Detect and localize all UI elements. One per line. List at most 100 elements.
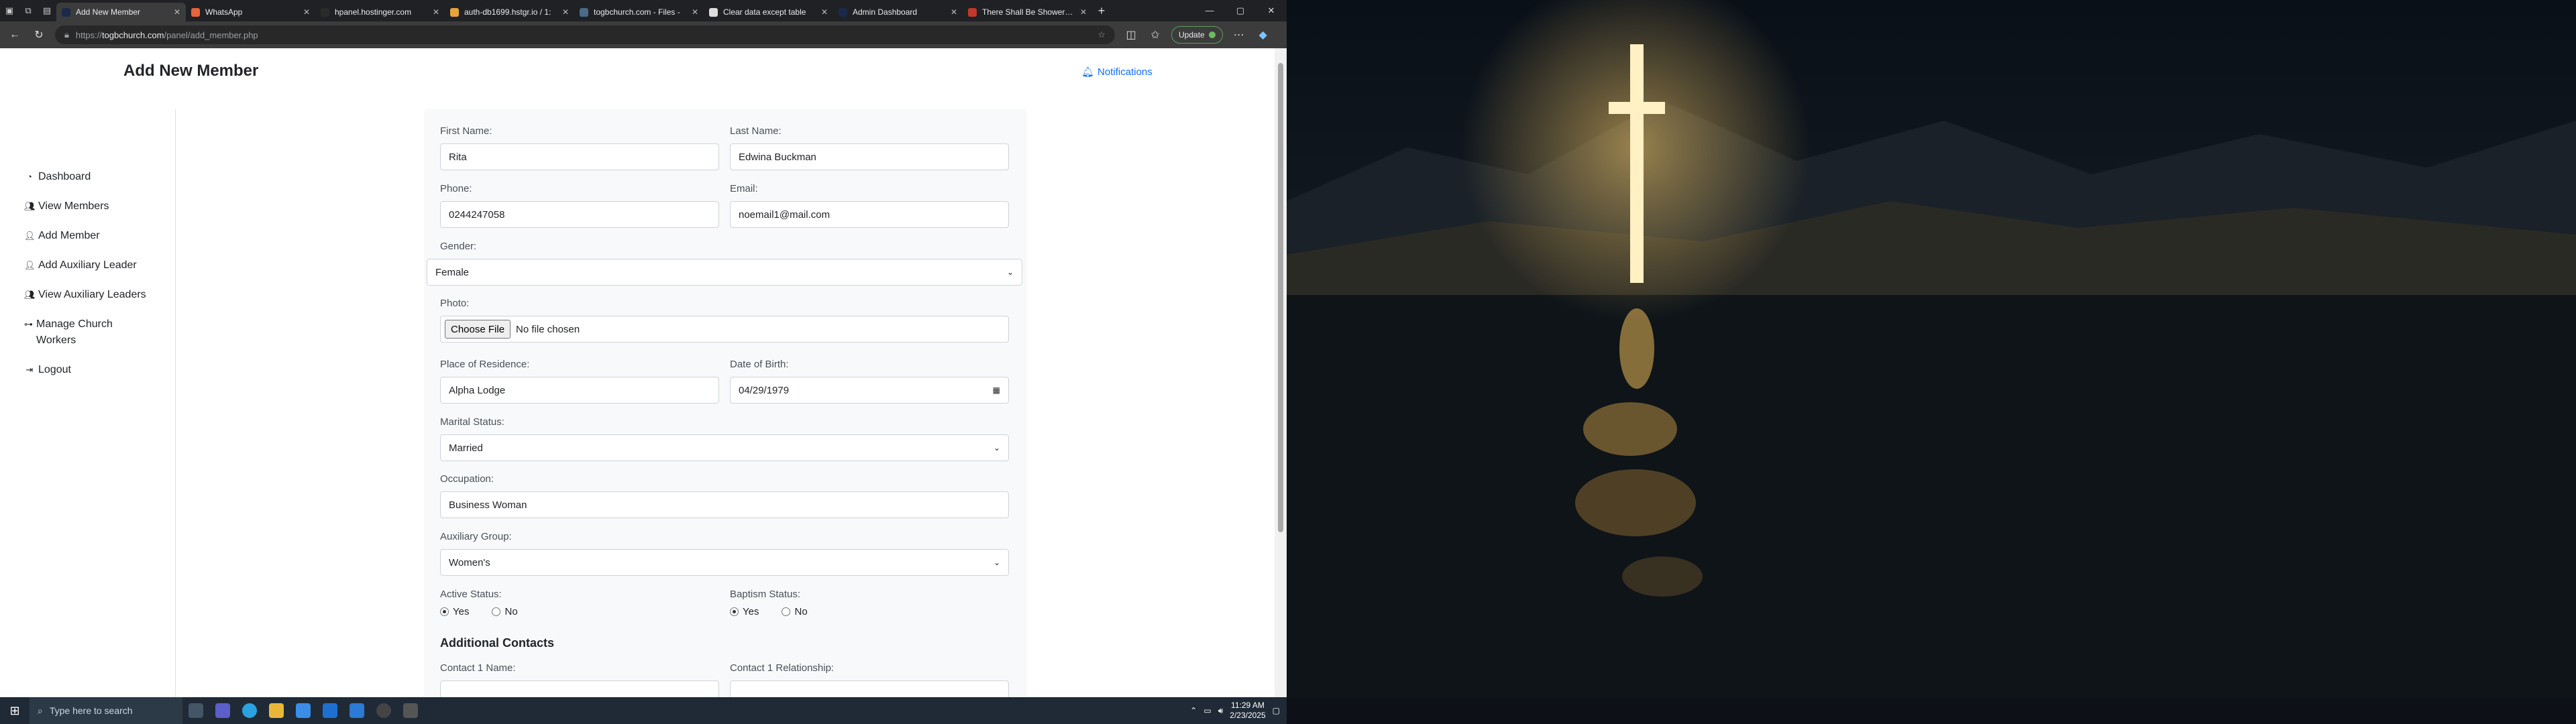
- back-button[interactable]: ←: [7, 29, 23, 41]
- browser-tab[interactable]: WhatsApp ✕: [186, 3, 315, 21]
- browser-tab[interactable]: There Shall Be Showers o ✕: [963, 3, 1092, 21]
- notification-center-icon[interactable]: ▢: [1273, 706, 1280, 715]
- sidebar-item-dashboard[interactable]: ◔ Dashboard: [24, 169, 158, 185]
- phone-label: Phone:: [440, 183, 472, 194]
- copilot-icon[interactable]: ◆: [1255, 28, 1271, 42]
- sidebar-item-view-auxiliary-leaders[interactable]: 👥︎ View Auxiliary Leaders: [24, 287, 158, 303]
- file-explorer-icon[interactable]: [263, 697, 290, 724]
- active-no-radio[interactable]: [492, 607, 501, 616]
- browser-window: ▣ ⧉ ▤ Add New Member ✕ WhatsApp ✕ hpanel.hos…: [0, 0, 1287, 697]
- windows-start-icon[interactable]: ⊞: [0, 704, 30, 718]
- profile-icon[interactable]: ▣: [0, 1, 19, 20]
- residence-input[interactable]: Alpha Lodge: [440, 377, 719, 404]
- favorites-icon[interactable]: ✩: [1147, 28, 1163, 42]
- tab-title: togbchurch.com - Files -: [594, 7, 680, 17]
- last-name-input[interactable]: Edwina Buckman: [730, 143, 1009, 170]
- close-tab-icon[interactable]: ✕: [692, 7, 698, 17]
- email-input[interactable]: noemail1@mail.com: [730, 201, 1009, 228]
- first-name-input[interactable]: Rita: [440, 143, 719, 170]
- active-yes-radio[interactable]: [440, 607, 449, 616]
- address-bar[interactable]: 🔒︎ https://togbchurch.com/panel/add_memb…: [55, 25, 1115, 44]
- sidebar-item-view-members[interactable]: 👥︎ View Members: [24, 198, 158, 215]
- active-status-label: Active Status:: [440, 589, 502, 600]
- occupation-input[interactable]: Business Woman: [440, 491, 1009, 518]
- sidebar-item-add-member[interactable]: 👤︎ Add Member: [24, 228, 158, 244]
- tab-favicon-icon: [62, 7, 70, 17]
- marital-select[interactable]: Married ⌄: [440, 434, 1009, 461]
- baptism-no-radio[interactable]: [782, 607, 791, 616]
- sidebar-item-manage-church-workers[interactable]: ⊶ Manage Church Workers: [24, 316, 131, 349]
- minimize-icon[interactable]: —: [1194, 5, 1225, 16]
- store-icon[interactable]: [290, 697, 317, 724]
- new-tab-button[interactable]: +: [1092, 4, 1111, 18]
- chevron-down-icon: ⌄: [993, 443, 1000, 452]
- browser-tab[interactable]: Clear data except table ✕: [704, 3, 833, 21]
- close-tab-icon[interactable]: ✕: [951, 7, 957, 17]
- page-scrollbar[interactable]: [1275, 48, 1287, 697]
- users-icon: 👥︎: [24, 201, 36, 211]
- gender-label: Gender:: [440, 241, 477, 252]
- phone-input[interactable]: 0244247058: [440, 201, 719, 228]
- dob-input[interactable]: 04/29/1979 ▦: [730, 377, 1009, 404]
- tab-title: There Shall Be Showers o: [982, 7, 1075, 17]
- tab-strip: ▣ ⧉ ▤ Add New Member ✕ WhatsApp ✕ hpanel.hos…: [0, 0, 1287, 21]
- outlook-icon[interactable]: [317, 697, 343, 724]
- sidebar-item-add-auxiliary-leader[interactable]: 👤︎ Add Auxiliary Leader: [24, 257, 158, 274]
- network-icon[interactable]: ▭: [1203, 706, 1211, 715]
- chevron-up-icon[interactable]: ⌃: [1190, 706, 1197, 715]
- contact1-name-input[interactable]: [440, 680, 719, 697]
- notifications-link[interactable]: 🔔︎ Notifications: [1081, 66, 1152, 78]
- gender-select[interactable]: Female ⌄: [427, 259, 1022, 286]
- calendar-icon[interactable]: ▦: [993, 385, 1000, 395]
- baptism-status-group: Yes No: [730, 606, 808, 617]
- edge-icon[interactable]: [236, 697, 263, 724]
- tab-actions-icon[interactable]: ▤: [38, 1, 56, 20]
- workspaces-icon[interactable]: ⧉: [19, 1, 38, 20]
- active-status-group: Yes No: [440, 606, 518, 617]
- clock[interactable]: 11:29 AM 2/23/2025: [1230, 701, 1265, 721]
- split-screen-icon[interactable]: ◫: [1123, 28, 1139, 42]
- system-tray: ⌃ ▭ 🔊︎ 11:29 AM 2/23/2025 ▢: [1190, 701, 1287, 721]
- close-tab-icon[interactable]: ✕: [433, 7, 439, 17]
- teams-icon[interactable]: [209, 697, 236, 724]
- taskbar: ⊞ ⌕ Type here to search ⌃ ▭ 🔊︎ 11:29 AM …: [0, 697, 1287, 724]
- auxiliary-select[interactable]: Women's ⌄: [440, 549, 1009, 576]
- sidebar-item-logout[interactable]: ⇥ Logout: [24, 362, 158, 378]
- scrollbar-thumb[interactable]: [1278, 63, 1283, 532]
- volume-icon[interactable]: 🔊︎: [1218, 706, 1224, 716]
- task-view-icon[interactable]: [182, 697, 209, 724]
- maximize-icon[interactable]: ▢: [1225, 5, 1256, 16]
- browser-tab[interactable]: Admin Dashboard ✕: [833, 3, 963, 21]
- browser-tab[interactable]: auth-db1699.hstgr.io / 1: ✕: [445, 3, 574, 21]
- first-name-label: First Name:: [440, 125, 492, 137]
- page-content: Add New Member 🔔︎ Notifications ◔ Dashboa…: [0, 48, 1275, 697]
- choose-file-button[interactable]: Choose File: [445, 320, 511, 339]
- browser-tab[interactable]: hpanel.hostinger.com ✕: [315, 3, 445, 21]
- url-text: https://togbchurch.com/panel/add_member.…: [75, 29, 258, 40]
- page-title: Add New Member: [123, 62, 259, 80]
- taskbar-search[interactable]: ⌕ Type here to search: [30, 697, 182, 724]
- contact1-relationship-input[interactable]: [730, 680, 1009, 697]
- tachometer-icon: ◔: [27, 172, 32, 182]
- baptism-yes-radio[interactable]: [730, 607, 739, 616]
- browser-tab[interactable]: Add New Member ✕: [56, 3, 186, 21]
- photo-file-input[interactable]: Choose File No file chosen: [440, 316, 1009, 343]
- dob-label: Date of Birth:: [730, 359, 789, 370]
- close-tab-icon[interactable]: ✕: [562, 7, 569, 17]
- tab-favicon-icon: [321, 7, 329, 17]
- snipping-tool-icon[interactable]: [397, 697, 424, 724]
- github-icon[interactable]: [370, 697, 397, 724]
- close-window-icon[interactable]: ✕: [1256, 5, 1287, 16]
- update-button[interactable]: Update: [1171, 26, 1223, 44]
- close-tab-icon[interactable]: ✕: [303, 7, 310, 17]
- close-tab-icon[interactable]: ✕: [821, 7, 828, 17]
- close-tab-icon[interactable]: ✕: [1080, 7, 1087, 17]
- tab-favicon-icon: [580, 7, 588, 17]
- chevron-down-icon: ⌄: [993, 558, 1000, 567]
- more-menu-icon[interactable]: ⋯: [1231, 28, 1247, 42]
- refresh-button[interactable]: ↻: [31, 28, 47, 42]
- favorite-star-icon[interactable]: ☆: [1097, 29, 1106, 40]
- browser-tab[interactable]: togbchurch.com - Files - ✕: [574, 3, 704, 21]
- close-tab-icon[interactable]: ✕: [174, 7, 180, 17]
- vscode-icon[interactable]: [343, 697, 370, 724]
